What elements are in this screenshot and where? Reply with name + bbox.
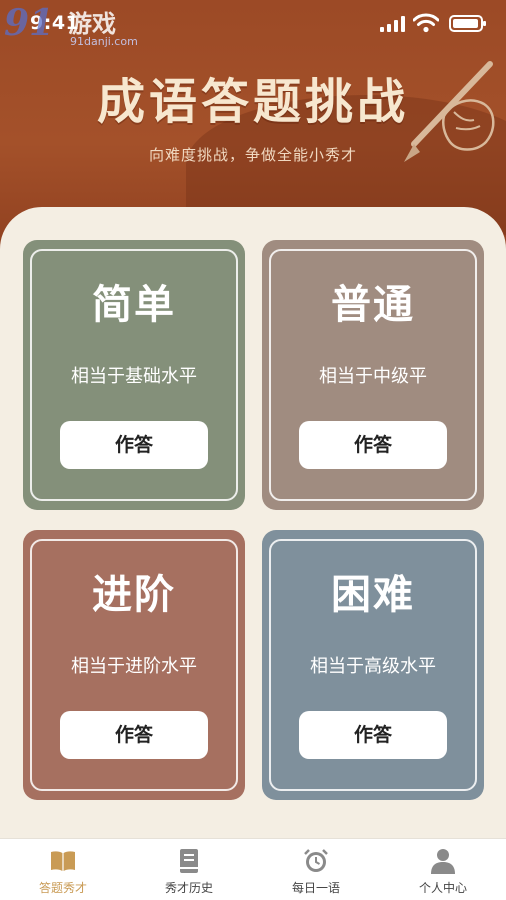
tab-label: 个人中心	[418, 881, 467, 895]
level-description: 相当于高级水平	[310, 656, 436, 677]
tab-answer[interactable]: 答题秀才	[0, 839, 126, 900]
answer-button-hard[interactable]: 作答	[299, 711, 447, 759]
level-card-advanced: 进阶 相当于进阶水平 作答	[23, 530, 245, 800]
answer-button-advanced[interactable]: 作答	[60, 711, 208, 759]
level-description: 相当于基础水平	[71, 366, 197, 387]
watermark-site: 91danji.com	[70, 35, 138, 48]
answer-button-easy[interactable]: 作答	[60, 421, 208, 469]
bottom-tab-bar: 答题秀才 秀才历史 每日一语 个人中心	[0, 838, 506, 900]
level-description: 相当于中级平	[319, 366, 427, 387]
history-book-icon	[180, 849, 198, 873]
watermark-text: 游戏	[68, 10, 116, 38]
level-panel: 简单 相当于基础水平 作答 普通 相当于中级平 作答 进阶 相当于进阶水平 作答…	[0, 207, 506, 847]
level-title: 普通	[331, 282, 415, 328]
level-card-normal: 普通 相当于中级平 作答	[262, 240, 484, 510]
tab-profile[interactable]: 个人中心	[380, 839, 506, 900]
user-icon	[431, 849, 455, 874]
answer-button-normal[interactable]: 作答	[299, 421, 447, 469]
signal-icon	[380, 16, 405, 32]
level-title: 进阶	[92, 572, 176, 618]
tab-label: 每日一语	[291, 881, 340, 895]
brush-hand-icon	[404, 61, 495, 162]
watermark: 91 游戏 91danji.com	[4, 2, 144, 50]
level-description: 相当于进阶水平	[71, 656, 197, 677]
alarm-clock-icon	[304, 849, 328, 872]
level-title: 困难	[331, 572, 415, 618]
book-icon	[51, 851, 75, 871]
status-bar: 9:41 91 游戏 91danji.com	[0, 0, 506, 50]
level-card-hard: 困难 相当于高级水平 作答	[262, 530, 484, 800]
level-title: 简单	[92, 282, 176, 328]
tab-label: 秀才历史	[164, 881, 213, 895]
tab-label: 答题秀才	[38, 881, 87, 895]
tab-daily-quote[interactable]: 每日一语	[253, 839, 379, 900]
battery-icon	[449, 15, 486, 32]
watermark-logo: 91	[4, 2, 55, 44]
level-card-easy: 简单 相当于基础水平 作答	[23, 240, 245, 510]
wifi-icon	[413, 13, 439, 33]
tab-history[interactable]: 秀才历史	[126, 839, 252, 900]
